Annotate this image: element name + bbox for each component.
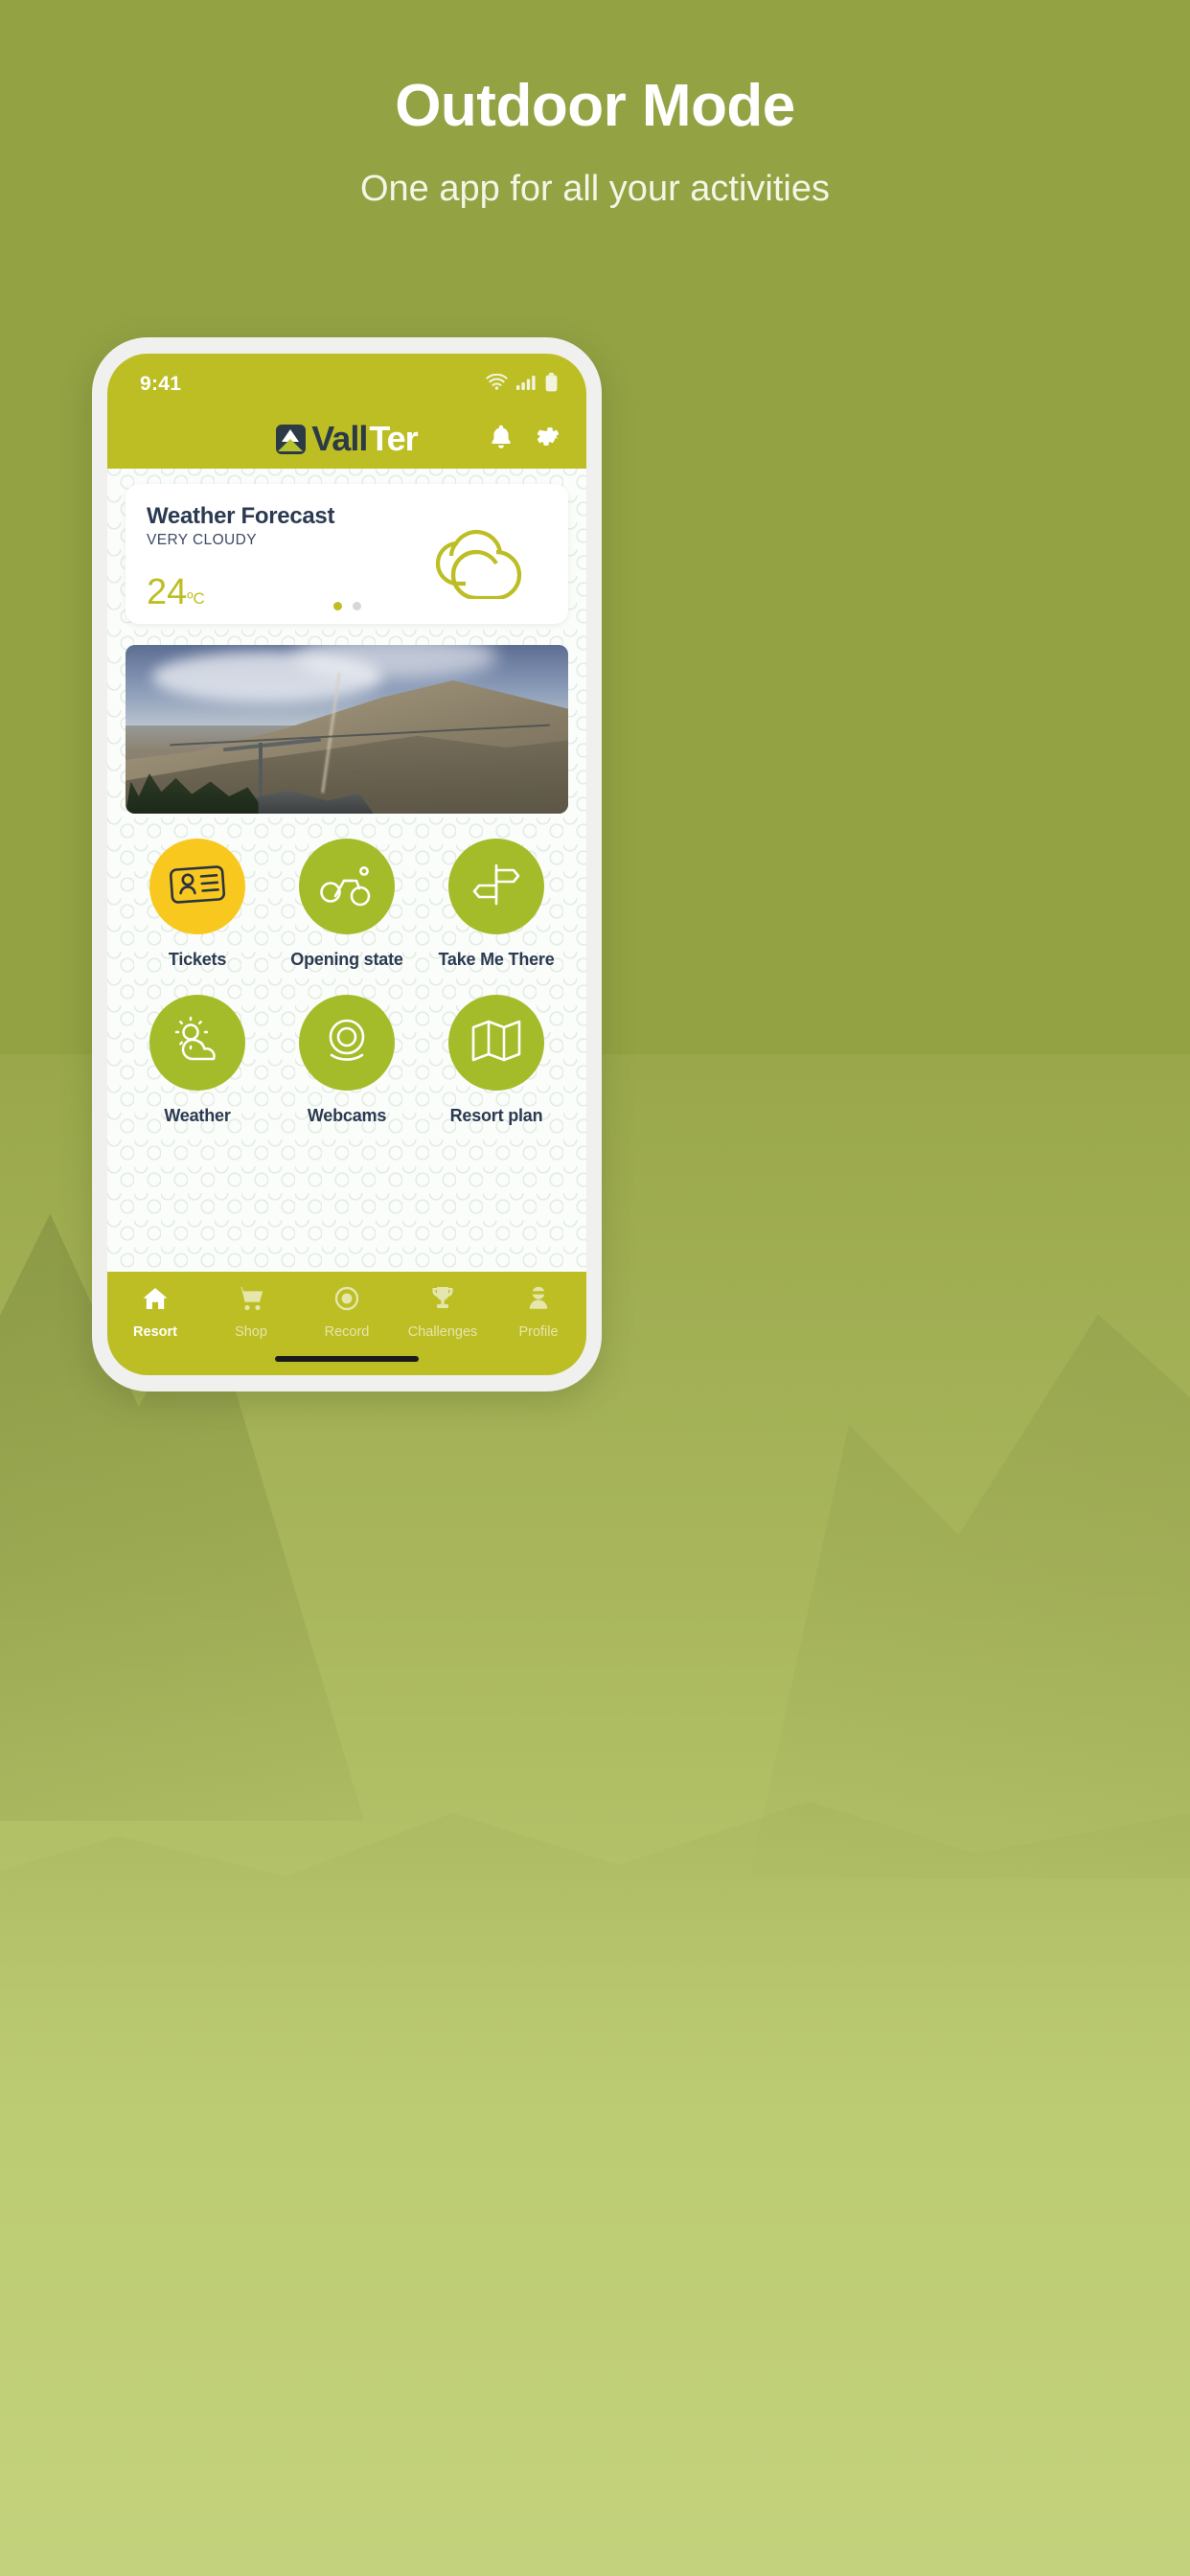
- tab-resort-label: Resort: [133, 1324, 177, 1340]
- tab-shop[interactable]: Shop: [203, 1285, 299, 1340]
- tile-opening-state-label: Opening state: [290, 950, 403, 969]
- tab-profile-label: Profile: [518, 1324, 559, 1340]
- tile-weather[interactable]: Weather: [123, 995, 272, 1126]
- signpost-icon: [470, 860, 522, 914]
- tab-resort[interactable]: Resort: [107, 1285, 203, 1340]
- gear-icon[interactable]: [535, 424, 561, 455]
- record-icon: [332, 1285, 361, 1317]
- cellular-signal-icon: [516, 375, 537, 395]
- home-icon: [141, 1285, 170, 1317]
- tab-record-label: Record: [324, 1324, 370, 1340]
- webcam-icon: [321, 1016, 373, 1070]
- home-indicator: [275, 1356, 419, 1362]
- tab-profile[interactable]: Profile: [491, 1285, 586, 1340]
- tile-webcams-label: Webcams: [307, 1106, 387, 1125]
- tile-weather-label: Weather: [164, 1106, 231, 1125]
- app-header-actions: [489, 424, 561, 455]
- pager-dot-1[interactable]: [332, 602, 342, 610]
- bell-icon[interactable]: [489, 424, 514, 455]
- tile-take-me-there[interactable]: Take Me There: [422, 839, 571, 970]
- battery-icon: [545, 372, 558, 397]
- tile-webcams-circle[interactable]: [299, 995, 395, 1091]
- weather-card-pager[interactable]: [126, 602, 568, 610]
- weather-forecast-card[interactable]: Weather Forecast VERY CLOUDY 24ºC: [126, 484, 568, 624]
- promo-header: Outdoor Mode One app for all your activi…: [0, 0, 1190, 213]
- brand-name-primary: Vall: [311, 419, 368, 458]
- bicycle-icon: [319, 862, 375, 912]
- tile-resort-plan-label: Resort plan: [449, 1106, 543, 1125]
- tile-take-me-there-label: Take Me There: [438, 950, 555, 969]
- tile-tickets[interactable]: Tickets: [123, 839, 272, 970]
- app-logo[interactable]: Vall Ter: [276, 419, 419, 459]
- promo-title: Outdoor Mode: [395, 73, 795, 139]
- pager-dot-2[interactable]: [352, 602, 361, 610]
- cart-icon: [237, 1285, 265, 1317]
- wifi-icon: [486, 373, 508, 395]
- resort-photo[interactable]: [126, 645, 568, 814]
- tab-challenges[interactable]: Challenges: [395, 1285, 491, 1340]
- promo-subtitle: One app for all your activities: [359, 169, 830, 210]
- quick-actions-grid: Tickets Opening state Take Me There Weat…: [123, 839, 571, 1126]
- cloudy-icon: [417, 511, 543, 604]
- tile-opening-state-circle[interactable]: [299, 839, 395, 934]
- tile-weather-circle[interactable]: [149, 995, 245, 1091]
- ticket-card-icon: [169, 862, 226, 912]
- tile-opening-state[interactable]: Opening state: [272, 839, 422, 970]
- tile-tickets-label: Tickets: [168, 950, 227, 969]
- tile-tickets-circle[interactable]: [149, 839, 245, 934]
- phone-mockup: 9:41 Vall Ter Weather Forecast VERY CLOU…: [92, 337, 602, 1392]
- status-bar-icons: [486, 372, 558, 397]
- tab-shop-label: Shop: [235, 1324, 267, 1340]
- tile-resort-plan[interactable]: Resort plan: [422, 995, 571, 1126]
- tile-take-me-there-circle[interactable]: [448, 839, 544, 934]
- sun-cloud-icon: [170, 1016, 225, 1070]
- trophy-icon: [428, 1285, 457, 1317]
- person-icon: [524, 1285, 553, 1317]
- phone-screen: 9:41 Vall Ter Weather Forecast VERY CLOU…: [107, 354, 586, 1375]
- status-bar-time: 9:41: [140, 373, 182, 395]
- mountain-logo-icon: [276, 424, 307, 454]
- tab-record[interactable]: Record: [299, 1285, 395, 1340]
- map-folded-icon: [469, 1017, 523, 1070]
- app-header: Vall Ter: [107, 409, 586, 469]
- status-bar: 9:41: [107, 354, 586, 409]
- bottom-navigation: Resort Shop Record Challenges Profile: [107, 1272, 586, 1375]
- home-content: Weather Forecast VERY CLOUDY 24ºC Ticket…: [107, 469, 586, 1375]
- brand-name-secondary: Ter: [369, 419, 418, 458]
- tab-challenges-label: Challenges: [407, 1324, 478, 1340]
- tile-webcams[interactable]: Webcams: [272, 995, 422, 1126]
- tile-resort-plan-circle[interactable]: [448, 995, 544, 1091]
